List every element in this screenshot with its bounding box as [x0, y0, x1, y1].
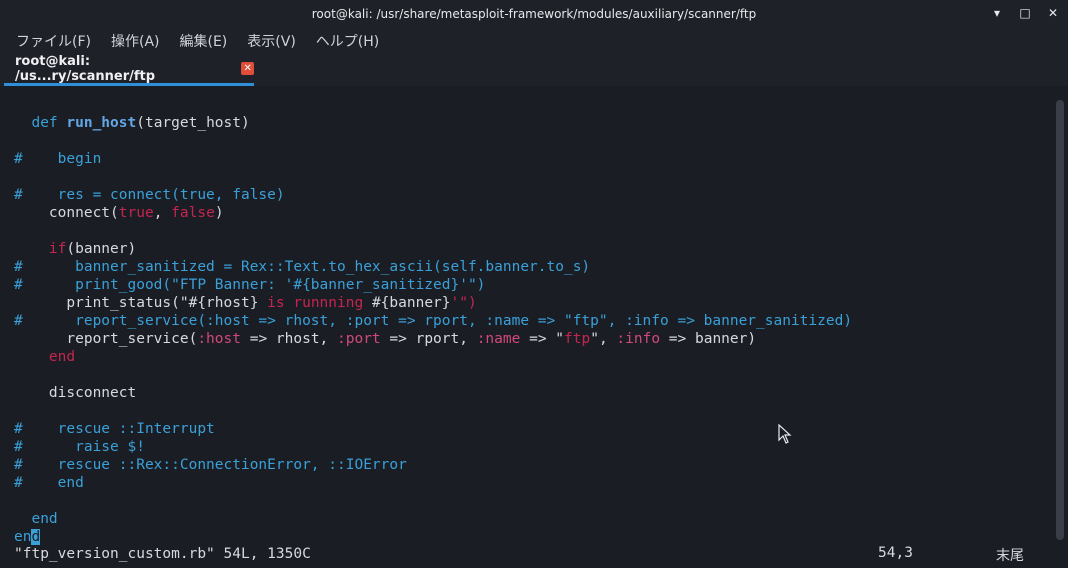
code-text: (target_host) — [136, 115, 250, 131]
symbol-host: :host — [197, 331, 241, 347]
method-name: run_host — [66, 115, 137, 131]
code-line: # report_service(:host => rhost, :port =… — [14, 313, 853, 329]
code-line: print_status("#{rhost} is runnning #{ban… — [14, 294, 477, 312]
code-text: , — [153, 205, 172, 221]
code-text: en — [14, 529, 32, 545]
text-cursor: d — [31, 529, 41, 545]
code-line: if(banner) — [14, 240, 136, 258]
menu-actions[interactable]: 操作(A) — [111, 31, 160, 51]
code-text: => " — [520, 331, 565, 347]
code-text: #{banner} — [371, 295, 451, 311]
symbol-name: :name — [476, 331, 521, 347]
code-text: report_service( — [14, 331, 198, 347]
window-title: root@kali: /usr/share/metasploit-framewo… — [311, 7, 757, 21]
status-scroll: 末尾 — [996, 548, 1024, 564]
string-text: is runnning — [267, 295, 372, 311]
code-text: => rport, — [380, 331, 477, 347]
close-button[interactable]: ✕ — [1046, 6, 1060, 20]
code-text: ) — [214, 205, 224, 221]
code-line: # begin — [14, 151, 102, 167]
string-text: ftp — [564, 331, 591, 347]
code-line: # banner_sanitized = Rex::Text.to_hex_as… — [14, 259, 591, 275]
code-line: # rescue ::Interrupt — [14, 421, 215, 437]
title-bar: root@kali: /usr/share/metasploit-framewo… — [0, 0, 1068, 28]
code-text: (banner) — [66, 241, 137, 257]
code-line: report_service(:host => rhost, :port => … — [14, 330, 756, 348]
menu-help[interactable]: ヘルプ(H) — [316, 31, 379, 51]
mouse-pointer-icon — [778, 424, 792, 444]
code-text: print_status("#{rhost} — [14, 295, 268, 311]
code-text: ", — [590, 331, 617, 347]
symbol-info: :info — [616, 331, 661, 347]
code-line: disconnect — [14, 385, 137, 401]
window-controls: ▾ □ ✕ — [990, 6, 1060, 20]
tab-terminal[interactable]: root@kali: /us...ry/scanner/ftp ✕ — [4, 54, 254, 86]
symbol-port: :port — [337, 331, 381, 347]
keyword-if: if — [14, 241, 67, 257]
keyword-false: false — [171, 205, 215, 221]
code-text: => rhost, — [240, 331, 338, 347]
terminal-view[interactable]: def run_host(target_host) # begin # res … — [0, 86, 1052, 568]
menu-bar: ファイル(F) 操作(A) 編集(E) 表示(V) ヘルプ(H) — [0, 28, 1068, 54]
code-text: => banner) — [660, 331, 757, 347]
keyword-def: def — [31, 115, 67, 131]
code-line: end — [14, 349, 76, 365]
minimize-button[interactable]: ▾ — [990, 6, 1004, 20]
code-line: end — [14, 511, 58, 527]
menu-file[interactable]: ファイル(F) — [16, 31, 91, 51]
code-line: # end — [14, 475, 84, 491]
code-line: # rescue ::Rex::ConnectionError, ::IOErr… — [14, 457, 407, 473]
scrollbar[interactable] — [1056, 100, 1064, 540]
maximize-button[interactable]: □ — [1018, 6, 1032, 20]
code-line: connect(true, false) — [14, 204, 224, 222]
tab-label: root@kali: /us...ry/scanner/ftp — [15, 53, 156, 84]
menu-view[interactable]: 表示(V) — [247, 31, 296, 51]
status-file: "ftp_version_custom.rb" 54L, 1350C — [14, 546, 311, 562]
code-line: # res = connect(true, false) — [14, 187, 285, 203]
code-line: end — [14, 528, 41, 546]
code-line: # raise $! — [14, 439, 145, 455]
keyword-true: true — [118, 205, 154, 221]
status-position: 54,3 — [878, 545, 913, 561]
string-text: '") — [450, 295, 477, 311]
menu-edit[interactable]: 編集(E) — [180, 31, 228, 51]
tab-bar: root@kali: /us...ry/scanner/ftp ✕ — [0, 54, 1068, 86]
code-text: connect( — [14, 205, 119, 221]
tab-close-icon[interactable]: ✕ — [241, 62, 254, 75]
code-line: # print_good("FTP Banner: '#{banner_sani… — [14, 277, 486, 293]
code-line: def run_host(target_host) — [14, 114, 250, 132]
